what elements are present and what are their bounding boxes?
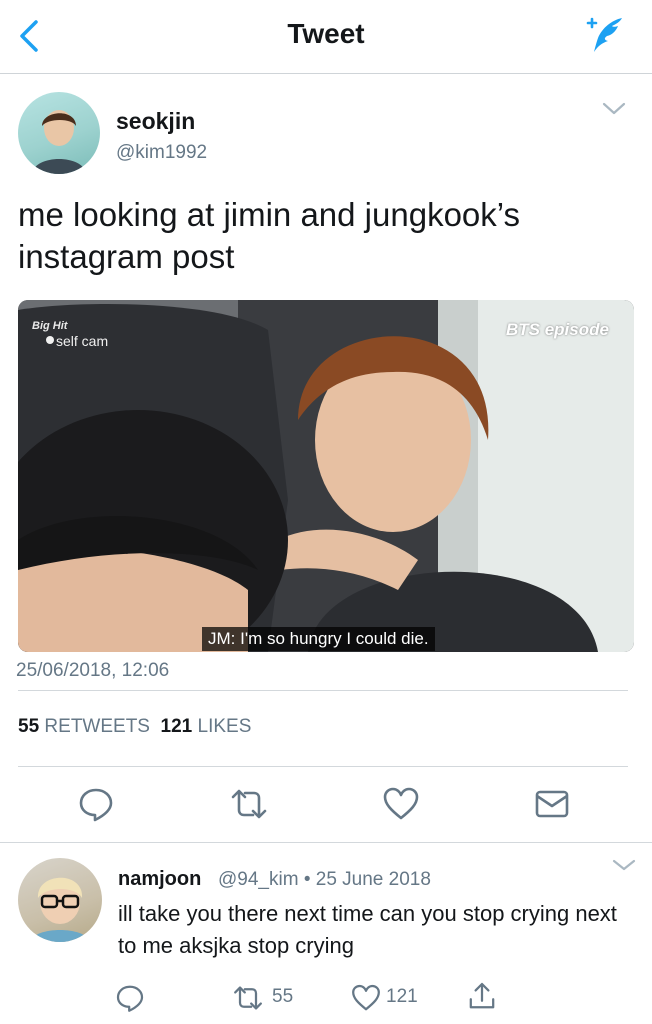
corner-logo: Big Hit	[32, 320, 68, 332]
tweet-stats: 55 RETWEETS 121 LIKES	[18, 716, 251, 738]
avatar-portrait	[30, 877, 90, 942]
reply-meta[interactable]: @94_kim • 25 June 2018	[218, 869, 431, 891]
divider	[18, 690, 628, 691]
retweets-label[interactable]: RETWEETS	[44, 716, 150, 737]
tweet-media-image[interactable]: Big Hit self cam BTS episode JM: I'm so …	[18, 300, 634, 652]
message-icon[interactable]	[532, 784, 572, 824]
cam-label: self cam	[56, 333, 109, 349]
chevron-down-icon[interactable]	[610, 856, 638, 874]
reply-retweet-count[interactable]: 55	[272, 986, 293, 1008]
reply-icon[interactable]	[114, 982, 146, 1014]
reply-author-name[interactable]: namjoon	[118, 868, 201, 891]
record-dot-icon	[46, 336, 54, 344]
reply-like-count[interactable]: 121	[386, 986, 418, 1008]
like-count[interactable]: 121	[161, 716, 193, 737]
like-heart-icon[interactable]	[350, 982, 382, 1014]
author-avatar[interactable]	[18, 92, 100, 174]
header-bar: Tweet	[0, 0, 652, 74]
reply-author-avatar[interactable]	[18, 858, 102, 942]
retweet-icon[interactable]	[229, 784, 269, 824]
divider	[0, 842, 652, 843]
retweet-icon[interactable]	[232, 982, 264, 1014]
retweet-count[interactable]: 55	[18, 716, 39, 737]
video-subtitle: JM: I'm so hungry I could die.	[202, 627, 435, 651]
author-handle[interactable]: @kim1992	[116, 142, 207, 164]
tweet-text: me looking at jimin and jungkook’s insta…	[18, 196, 521, 275]
page-title: Tweet	[287, 18, 365, 49]
watermark: BTS episode	[506, 320, 609, 339]
avatar-portrait	[32, 110, 86, 174]
photo-illustration	[18, 300, 634, 652]
compose-feather-icon[interactable]	[582, 14, 628, 54]
reply-icon[interactable]	[76, 784, 116, 824]
author-name[interactable]: seokjin	[116, 108, 195, 135]
like-heart-icon[interactable]	[381, 784, 421, 824]
likes-label[interactable]: LIKES	[198, 716, 252, 737]
tweet-timestamp: 25/06/2018, 12:06	[16, 660, 170, 681]
reply-text: ill take you there next time can you sto…	[118, 901, 617, 958]
share-icon[interactable]	[466, 980, 498, 1012]
divider	[18, 766, 628, 767]
chevron-down-icon[interactable]	[600, 98, 628, 118]
